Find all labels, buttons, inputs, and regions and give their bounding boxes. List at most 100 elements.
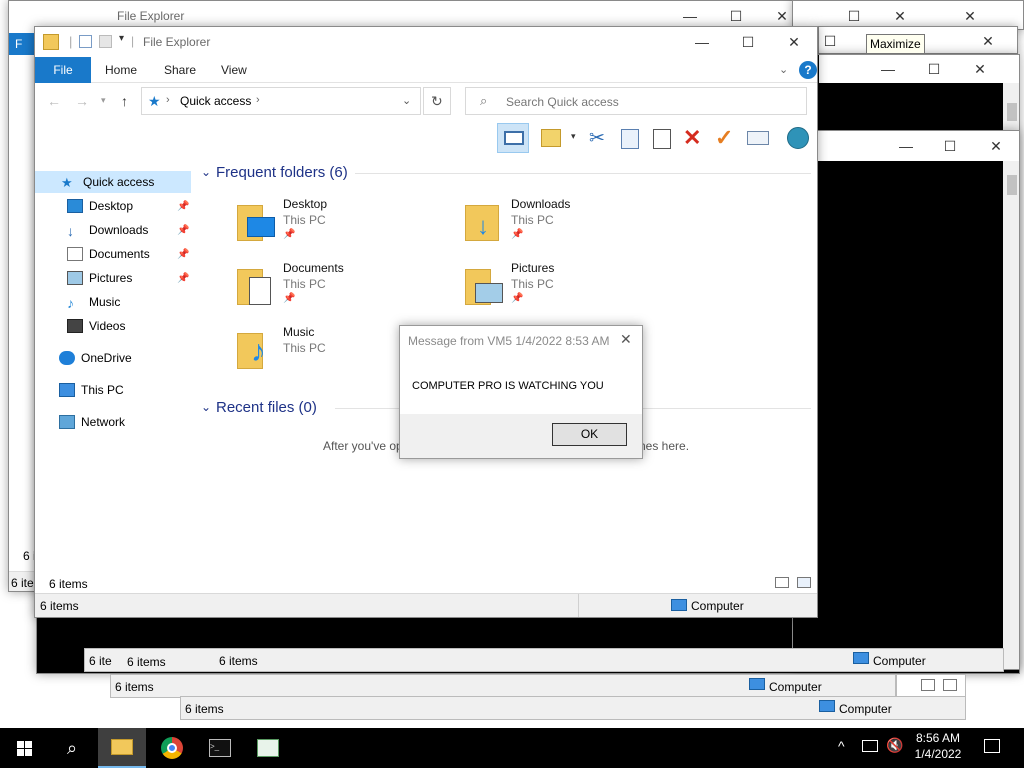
quick-access-star-icon: ★ xyxy=(61,175,73,190)
search-box[interactable]: ⌕ Search Quick access xyxy=(465,87,807,115)
status-items: 6 items xyxy=(40,599,79,613)
section-divider xyxy=(355,173,811,174)
collapse-chevron-icon[interactable]: ⌄ xyxy=(201,400,211,414)
tab-home[interactable]: Home xyxy=(91,57,151,83)
scrollbar[interactable] xyxy=(1003,161,1019,669)
file-tab[interactable]: F xyxy=(9,33,37,55)
minimize-button[interactable]: — xyxy=(865,55,911,83)
folder-tile-pictures[interactable]: Pictures This PC 📌 xyxy=(463,261,683,317)
pin-icon[interactable]: 📌 xyxy=(177,225,189,236)
sidebar-item-onedrive[interactable]: OneDrive xyxy=(35,347,191,369)
status-items: 6 i xyxy=(23,549,36,563)
properties-icon[interactable] xyxy=(79,35,92,48)
close-button[interactable]: ✕ xyxy=(957,55,1003,83)
show-hidden-icons-chevron-icon[interactable]: ^ xyxy=(838,738,845,754)
start-button[interactable] xyxy=(0,728,48,768)
expand-ribbon-chevron-icon[interactable]: ⌄ xyxy=(779,63,788,76)
cut-icon[interactable]: ✂ xyxy=(589,127,605,150)
sidebar-item-label: Desktop xyxy=(89,199,134,213)
folder-location: This PC xyxy=(511,213,554,227)
minimize-button[interactable]: — xyxy=(883,131,929,161)
new-folder-icon[interactable] xyxy=(99,35,112,48)
volume-muted-icon[interactable]: 🔇 xyxy=(886,737,903,754)
pin-icon[interactable]: 📌 xyxy=(177,201,189,212)
breadcrumb-chevron-icon[interactable]: › xyxy=(256,94,260,106)
tab-view[interactable]: View xyxy=(207,57,261,83)
notifications-icon[interactable] xyxy=(984,739,1000,753)
large-icons-view-icon[interactable] xyxy=(797,577,811,588)
sidebar-item-pictures[interactable]: Pictures 📌 xyxy=(35,267,191,289)
details-view-icon[interactable] xyxy=(775,577,789,588)
taskbar-chrome[interactable] xyxy=(148,728,196,768)
address-bar[interactable]: ★ › Quick access › ⌄ xyxy=(141,87,421,115)
pin-icon[interactable]: 📌 xyxy=(177,273,189,284)
documents-icon xyxy=(67,247,83,261)
taskbar-app[interactable] xyxy=(244,728,292,768)
sidebar-item-network[interactable]: Network xyxy=(35,411,191,433)
frequent-folders-header[interactable]: Frequent folders (6) xyxy=(216,164,348,181)
tab-share[interactable]: Share xyxy=(150,57,210,83)
checkmark-icon[interactable]: ✓ xyxy=(715,125,733,151)
status-items: 6 items xyxy=(127,655,166,669)
sidebar-item-desktop[interactable]: Desktop 📌 xyxy=(35,195,191,217)
sidebar-item-videos[interactable]: Videos xyxy=(35,315,191,337)
refresh-button[interactable]: ↻ xyxy=(423,87,451,115)
ribbon-tabs: File Home Share View ⌄ ? xyxy=(35,57,817,83)
scrollbar[interactable] xyxy=(1003,83,1019,133)
new-folder-dropdown-chevron-icon[interactable]: ▾ xyxy=(571,131,576,142)
details-view-icon[interactable] xyxy=(921,679,935,691)
pin-icon[interactable]: 📌 xyxy=(177,249,189,260)
globe-icon[interactable] xyxy=(787,127,809,149)
up-arrow-icon[interactable]: ↑ xyxy=(121,93,128,109)
collapse-chevron-icon[interactable]: ⌄ xyxy=(201,165,211,179)
recent-locations-chevron-icon[interactable]: ▾ xyxy=(101,95,106,106)
rename-icon[interactable] xyxy=(747,131,769,145)
sidebar-item-quick-access[interactable]: ★ Quick access xyxy=(35,171,191,193)
copy-icon[interactable] xyxy=(621,129,639,149)
computer-label: Computer xyxy=(839,702,892,716)
close-button[interactable]: ✕ xyxy=(965,27,1011,53)
dialog-close-button[interactable]: ✕ xyxy=(620,331,632,348)
large-icons-view-icon[interactable] xyxy=(943,679,957,691)
sidebar-item-downloads[interactable]: ↓ Downloads 📌 xyxy=(35,219,191,241)
network-icon[interactable] xyxy=(862,740,878,752)
maximize-button[interactable]: ☐ xyxy=(911,55,957,83)
taskbar-file-explorer[interactable] xyxy=(98,728,146,768)
address-dropdown-chevron-icon[interactable]: ⌄ xyxy=(402,94,411,107)
sidebar-item-label: Documents xyxy=(89,247,150,261)
folder-name: Downloads xyxy=(511,197,571,211)
taskbar-command-prompt[interactable]: >_ xyxy=(196,728,244,768)
sidebar-item-this-pc[interactable]: This PC xyxy=(35,379,191,401)
breadcrumb-location[interactable]: Quick access xyxy=(180,94,251,108)
search-button[interactable]: ⌕ xyxy=(48,728,96,768)
pin-icon: 📌 xyxy=(511,229,524,240)
customize-toolbar-chevron-icon[interactable]: ▾ xyxy=(119,33,124,44)
delete-icon[interactable]: ✕ xyxy=(683,125,701,151)
sidebar-item-documents[interactable]: Documents 📌 xyxy=(35,243,191,265)
recent-files-header[interactable]: Recent files (0) xyxy=(216,399,317,416)
tab-file[interactable]: File xyxy=(35,57,91,83)
quick-access-star-icon: ★ xyxy=(148,93,161,109)
sidebar-item-music[interactable]: ♪ Music xyxy=(35,291,191,313)
maximize-button[interactable]: ☐ xyxy=(927,131,973,161)
folder-tile-desktop[interactable]: Desktop This PC 📌 xyxy=(235,197,455,253)
search-placeholder[interactable]: Search Quick access xyxy=(506,95,619,109)
new-folder-toolbar-icon[interactable] xyxy=(541,129,561,147)
close-button[interactable]: ✕ xyxy=(771,27,817,57)
maximize-button[interactable]: ☐ xyxy=(819,27,853,53)
view-toggle-area xyxy=(896,674,966,698)
clock[interactable]: 8:56 AM 1/4/2022 xyxy=(910,731,966,765)
folder-tile-downloads[interactable]: ↓ Downloads This PC 📌 xyxy=(463,197,683,253)
navigation-pane-button[interactable] xyxy=(497,123,529,153)
chrome-icon xyxy=(161,737,183,759)
minimize-button[interactable]: — xyxy=(679,27,725,57)
back-arrow-icon[interactable]: ← xyxy=(47,93,61,109)
paste-icon[interactable] xyxy=(653,129,671,149)
help-icon[interactable]: ? xyxy=(799,61,817,79)
maximize-button[interactable]: ☐ xyxy=(725,27,771,57)
forward-arrow-icon[interactable]: → xyxy=(75,93,89,109)
ok-button[interactable]: OK xyxy=(552,423,627,446)
title-bar: | ▾ | File Explorer — ☐ ✕ xyxy=(35,27,817,57)
folder-tile-documents[interactable]: Documents This PC 📌 xyxy=(235,261,455,317)
close-button[interactable]: ✕ xyxy=(973,131,1019,161)
